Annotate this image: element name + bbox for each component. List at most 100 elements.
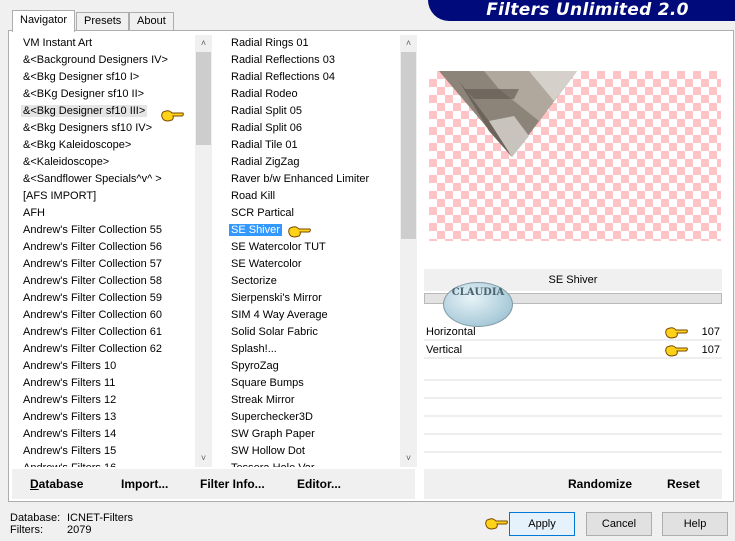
filter-item[interactable]: SIM 4 Way Average	[223, 307, 400, 324]
category-item[interactable]: Andrew's Filters 10	[15, 358, 195, 375]
watermark-text: CLAUDIA	[451, 287, 505, 298]
category-item-label: Andrew's Filters 12	[23, 394, 117, 406]
category-item[interactable]: &<Background Designers IV>	[15, 52, 195, 69]
editor-button[interactable]: Editor...	[297, 477, 341, 491]
scroll-down-icon[interactable]: ˅	[195, 450, 212, 467]
randomize-button[interactable]: Randomize	[568, 477, 632, 491]
param-value: 107	[701, 326, 720, 338]
reset-button[interactable]: Reset	[667, 477, 700, 491]
filter-item[interactable]: SW Graph Paper	[223, 426, 400, 443]
filter-item[interactable]: Streak Mirror	[223, 392, 400, 409]
filter-item-label: SpyroZag	[231, 360, 279, 372]
filter-item-label: Square Bumps	[231, 377, 304, 389]
category-item[interactable]: AFH	[15, 205, 195, 222]
category-item[interactable]: &<Kaleidoscope>	[15, 154, 195, 171]
category-item[interactable]: Andrew's Filter Collection 61	[15, 324, 195, 341]
filter-item[interactable]: SpyroZag	[223, 358, 400, 375]
filter-item-label: Sectorize	[231, 275, 277, 287]
filter-item[interactable]: Solid Solar Fabric	[223, 324, 400, 341]
database-status-label: Database:	[10, 512, 61, 524]
filter-item[interactable]: Radial Reflections 03	[223, 52, 400, 69]
category-item-label: [AFS IMPORT]	[23, 190, 97, 202]
filter-scrollbar[interactable]: ˄ ˅	[400, 35, 417, 467]
category-item[interactable]: Andrew's Filter Collection 57	[15, 256, 195, 273]
category-item[interactable]: Andrew's Filters 14	[15, 426, 195, 443]
filter-item[interactable]: Radial Split 06	[223, 120, 400, 137]
filter-item[interactable]: Tessera Hole Var	[223, 460, 400, 467]
category-item[interactable]: &<Bkg Designer sf10 I>	[15, 69, 195, 86]
empty-param-row	[424, 379, 722, 381]
filter-item[interactable]: Radial Rodeo	[223, 86, 400, 103]
database-status-value: ICNET-Filters	[67, 512, 133, 524]
filter-item[interactable]: SW Hollow Dot	[223, 443, 400, 460]
category-item-label: &<BKg Designer sf10 II>	[23, 88, 145, 100]
category-item[interactable]: Andrew's Filter Collection 60	[15, 307, 195, 324]
category-item[interactable]: [AFS IMPORT]	[15, 188, 195, 205]
category-list[interactable]: VM Instant Art &<Background Designers IV>…	[15, 35, 195, 467]
cancel-button[interactable]: Cancel	[586, 512, 652, 536]
filter-item[interactable]: Sectorize	[223, 273, 400, 290]
filter-item[interactable]: Road Kill	[223, 188, 400, 205]
database-button[interactable]: Database	[30, 477, 83, 491]
navigator-toolbar: Database Import... Filter Info... Editor…	[12, 469, 415, 499]
filter-scroll-thumb[interactable]	[401, 52, 416, 239]
filter-item[interactable]: Splash!...	[223, 341, 400, 358]
category-item[interactable]: &<Bkg Designers sf10 IV>	[15, 120, 195, 137]
filter-item[interactable]: Radial Tile 01	[223, 137, 400, 154]
category-item[interactable]: Andrew's Filters 11	[15, 375, 195, 392]
scroll-down-icon[interactable]: ˅	[400, 450, 417, 467]
category-item-label: &<Kaleidoscope>	[23, 156, 110, 168]
category-item-label: Andrew's Filter Collection 56	[23, 241, 163, 253]
empty-param-row	[424, 415, 722, 417]
filter-item-label: Road Kill	[231, 190, 276, 202]
filter-item-label: SE Shiver	[229, 224, 282, 236]
category-item[interactable]: VM Instant Art	[15, 35, 195, 52]
tab-navigator[interactable]: Navigator	[12, 10, 76, 32]
category-item-label: Andrew's Filter Collection 55	[23, 224, 163, 236]
category-scrollbar[interactable]: ˄ ˅	[195, 35, 212, 467]
filter-item[interactable]: Sierpenski's Mirror	[223, 290, 400, 307]
category-item[interactable]: Andrew's Filter Collection 58	[15, 273, 195, 290]
category-scroll-thumb[interactable]	[196, 52, 211, 145]
filter-item[interactable]: Radial Split 05	[223, 103, 400, 120]
apply-button[interactable]: Apply	[509, 512, 575, 536]
tab-presets[interactable]: Presets	[76, 12, 130, 31]
category-item-label: &<Background Designers IV>	[23, 54, 168, 66]
filter-item[interactable]: SE Watercolor TUT	[223, 239, 400, 256]
filters-count-value: 2079	[67, 524, 92, 536]
scroll-up-icon[interactable]: ˄	[400, 35, 417, 52]
category-item-label: Andrew's Filters 13	[23, 411, 117, 423]
preview-pane	[425, 35, 722, 270]
filters-count-label: Filters:	[10, 524, 43, 536]
param-label: Horizontal	[426, 326, 476, 338]
filter-item[interactable]: Radial Reflections 04	[223, 69, 400, 86]
filter-item[interactable]: SE Shiver	[223, 222, 400, 239]
category-item[interactable]: &<Sandflower Specials^v^ >	[15, 171, 195, 188]
category-item[interactable]: Andrew's Filters 12	[15, 392, 195, 409]
category-item[interactable]: Andrew's Filter Collection 55	[15, 222, 195, 239]
filter-item[interactable]: SE Watercolor	[223, 256, 400, 273]
help-button[interactable]: Help	[662, 512, 728, 536]
category-item-label: &<Bkg Kaleidoscope>	[23, 139, 132, 151]
filter-item[interactable]: Square Bumps	[223, 375, 400, 392]
import-button[interactable]: Import...	[121, 477, 168, 491]
filter-info-button[interactable]: Filter Info...	[200, 477, 265, 491]
scroll-up-icon[interactable]: ˄	[195, 35, 212, 52]
tab-about[interactable]: About	[129, 12, 174, 31]
category-item[interactable]: Andrew's Filter Collection 56	[15, 239, 195, 256]
filter-item[interactable]: Superchecker3D	[223, 409, 400, 426]
category-item[interactable]: &<BKg Designer sf10 II>	[15, 86, 195, 103]
category-item[interactable]: Andrew's Filters 16	[15, 460, 195, 467]
filter-item[interactable]: Radial Rings 01	[223, 35, 400, 52]
filter-item[interactable]: Radial ZigZag	[223, 154, 400, 171]
category-item[interactable]: Andrew's Filter Collection 59	[15, 290, 195, 307]
filter-item-label: Radial Split 05	[231, 105, 302, 117]
filter-item[interactable]: SCR Partical	[223, 205, 400, 222]
category-item[interactable]: &<Bkg Kaleidoscope>	[15, 137, 195, 154]
category-item[interactable]: Andrew's Filters 13	[15, 409, 195, 426]
category-item[interactable]: Andrew's Filters 15	[15, 443, 195, 460]
filter-item[interactable]: Raver b/w Enhanced Limiter	[223, 171, 400, 188]
category-item[interactable]: Andrew's Filter Collection 62	[15, 341, 195, 358]
filter-list[interactable]: Radial Rings 01 Radial Reflections 03 Radi…	[223, 35, 400, 467]
preview-image	[439, 71, 577, 157]
